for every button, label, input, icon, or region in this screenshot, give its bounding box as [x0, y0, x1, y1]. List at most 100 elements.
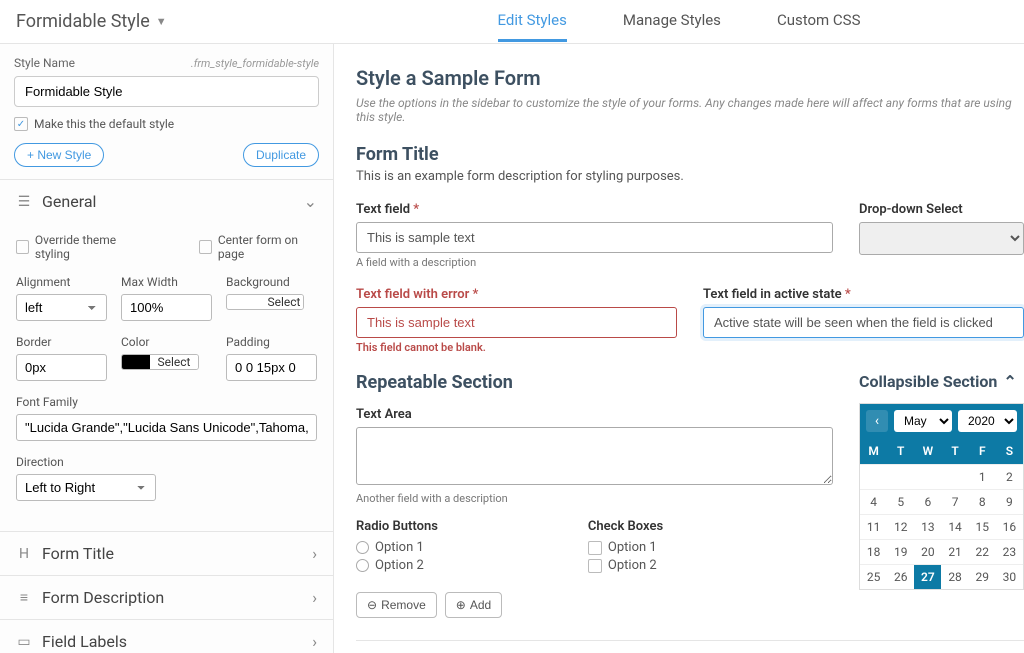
form-title-section-label: Form Title [42, 544, 114, 563]
calendar-day[interactable]: 2 [996, 464, 1023, 489]
background-select-button[interactable]: Select [265, 295, 303, 309]
text-field-hint: A field with a description [356, 256, 833, 269]
calendar-day[interactable]: 4 [860, 489, 887, 514]
calendar-dow: M [860, 438, 887, 464]
calendar-year-select[interactable]: 2020 [958, 410, 1017, 432]
textarea-input[interactable] [356, 427, 833, 485]
preview-pane: Style a Sample Form Use the options in t… [334, 44, 1024, 653]
tag-icon: ▭ [16, 634, 32, 650]
calendar-day[interactable]: 9 [996, 489, 1023, 514]
calendar-day[interactable]: 26 [887, 564, 914, 589]
calendar-day[interactable]: 1 [969, 464, 996, 489]
padding-input[interactable] [226, 354, 317, 381]
radio-option1[interactable] [356, 541, 369, 554]
override-theme-checkbox[interactable] [16, 240, 29, 254]
active-field-input[interactable] [703, 307, 1024, 338]
direction-label: Direction [16, 455, 156, 469]
style-name-label: Style Name [14, 56, 75, 70]
radio-option2[interactable] [356, 559, 369, 572]
chevron-right-icon: › [312, 588, 317, 607]
alignment-label: Alignment [16, 275, 107, 289]
page-title[interactable]: Formidable Style [16, 11, 150, 32]
calendar-prev-button[interactable]: ‹ [866, 410, 888, 432]
calendar-month-select[interactable]: May [894, 410, 952, 432]
checkbox-option2[interactable] [588, 559, 602, 573]
chevron-right-icon: › [312, 632, 317, 651]
calendar-day[interactable]: 7 [941, 489, 968, 514]
background-color-picker[interactable]: Select [226, 294, 304, 310]
calendar-day[interactable]: 20 [914, 539, 941, 564]
maxwidth-input[interactable] [121, 294, 212, 321]
error-message: This field cannot be blank. [356, 341, 677, 354]
tab-manage-styles[interactable]: Manage Styles [623, 1, 721, 42]
checkbox-option1[interactable] [588, 541, 602, 555]
calendar-dow: W [914, 438, 941, 464]
topbar: Formidable Style ▼ Edit Styles Manage St… [0, 0, 1024, 44]
center-form-label: Center form on page [218, 233, 317, 261]
checkboxes-label: Check Boxes [588, 519, 663, 534]
chevron-down-icon[interactable]: ▼ [156, 15, 167, 28]
style-name-input[interactable] [14, 76, 319, 107]
error-field-label: Text field with error * [356, 287, 677, 302]
default-style-checkbox[interactable]: ✓ [14, 117, 28, 131]
calendar-day[interactable]: 14 [941, 514, 968, 539]
general-header[interactable]: ☰ General ⌄ [0, 180, 333, 223]
padding-label: Padding [226, 335, 317, 349]
dropdown-select[interactable] [859, 222, 1024, 255]
new-style-button[interactable]: + New Style [14, 143, 104, 167]
calendar-day[interactable]: 25 [860, 564, 887, 589]
calendar-day[interactable]: 28 [941, 564, 968, 589]
calendar-day[interactable]: 19 [887, 539, 914, 564]
tab-custom-css[interactable]: Custom CSS [777, 1, 861, 42]
alignment-select[interactable]: left [16, 294, 107, 321]
calendar-day[interactable]: 16 [996, 514, 1023, 539]
calendar-day[interactable]: 21 [941, 539, 968, 564]
calendar-day[interactable]: 8 [969, 489, 996, 514]
direction-select[interactable]: Left to Right [16, 474, 156, 501]
preview-heading: Style a Sample Form [356, 66, 1024, 90]
collapsible-section-title[interactable]: Collapsible Section ⌃ [859, 372, 1024, 391]
chevron-down-icon: ⌄ [304, 192, 317, 211]
add-button[interactable]: ⊕Add [445, 592, 502, 618]
calendar-day: . [941, 464, 968, 489]
error-field-input[interactable] [356, 307, 677, 338]
section-form-description[interactable]: ≡Form Description› [0, 576, 333, 619]
calendar-day[interactable]: 13 [914, 514, 941, 539]
border-label: Border [16, 335, 107, 349]
calendar-day[interactable]: 29 [969, 564, 996, 589]
color-picker[interactable]: Select [121, 354, 199, 370]
section-field-labels[interactable]: ▭Field Labels› [0, 620, 333, 653]
calendar-day[interactable]: 12 [887, 514, 914, 539]
font-input[interactable] [16, 414, 317, 441]
calendar-day[interactable]: 23 [996, 539, 1023, 564]
sliders-icon: ☰ [16, 194, 32, 210]
radio-option1-label: Option 1 [375, 540, 424, 555]
text-field-label: Text field * [356, 202, 833, 217]
chevron-up-icon: ⌃ [1003, 372, 1016, 391]
repeatable-section-title: Repeatable Section [356, 372, 833, 393]
calendar-day[interactable]: 22 [969, 539, 996, 564]
active-field-label: Text field in active state * [703, 287, 1024, 302]
checkbox-option1-label: Option 1 [608, 540, 657, 555]
calendar-day[interactable]: 30 [996, 564, 1023, 589]
divider [356, 640, 1024, 641]
calendar-day[interactable]: 6 [914, 489, 941, 514]
color-label: Color [121, 335, 212, 349]
calendar-day[interactable]: 11 [860, 514, 887, 539]
calendar-day[interactable]: 15 [969, 514, 996, 539]
remove-button[interactable]: ⊖Remove [356, 592, 437, 618]
calendar-dow: T [887, 438, 914, 464]
color-select-button[interactable]: Select [150, 355, 198, 369]
font-label: Font Family [16, 395, 317, 409]
tab-edit-styles[interactable]: Edit Styles [498, 1, 567, 42]
style-class-name: .frm_style_formidable-style [191, 57, 319, 70]
maxwidth-label: Max Width [121, 275, 212, 289]
calendar-day[interactable]: 5 [887, 489, 914, 514]
calendar-day[interactable]: 27 [914, 564, 941, 589]
calendar-day[interactable]: 18 [860, 539, 887, 564]
border-input[interactable] [16, 354, 107, 381]
section-form-title[interactable]: HForm Title› [0, 532, 333, 575]
duplicate-button[interactable]: Duplicate [243, 143, 319, 167]
text-field-input[interactable] [356, 222, 833, 253]
center-form-checkbox[interactable] [199, 240, 212, 254]
